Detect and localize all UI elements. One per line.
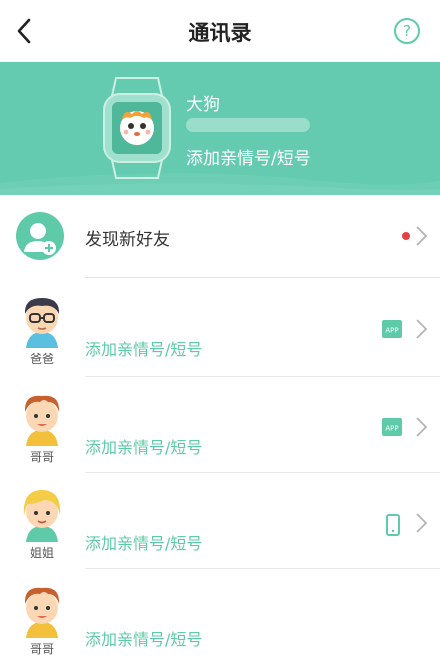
app-badge-icon: APP [382, 418, 402, 436]
contact-row-dad[interactable]: 爸爸 添加亲情号/短号 APP [0, 280, 440, 376]
add-user-icon [24, 223, 56, 255]
row-divider [85, 376, 440, 377]
device-name: 大狗 [186, 95, 220, 115]
contact-role-label: 哥哥 [29, 450, 54, 464]
contact-role-label: 哥哥 [29, 642, 54, 656]
help-button[interactable]: ? [394, 18, 420, 44]
sister-avatar-icon [23, 490, 61, 542]
contact-role-label: 爸爸 [29, 352, 54, 366]
add-friend-avatar [16, 212, 64, 260]
notification-dot [402, 232, 410, 240]
add-family-number-link[interactable]: 添加亲情号/短号 [85, 336, 202, 360]
header-wave [0, 173, 440, 195]
chevron-right-icon [416, 319, 428, 339]
app-badge-text: APP [385, 327, 398, 335]
brother-avatar-icon [24, 395, 60, 446]
row-divider [85, 472, 440, 473]
device-header: 大狗 添加亲情号/短号 [0, 62, 440, 195]
contact-row-brother-2[interactable]: 哥哥 添加亲情号/短号 [0, 570, 440, 659]
contact-row-brother[interactable]: 哥哥 添加亲情号/短号 APP [0, 378, 440, 474]
contact-row-sister[interactable]: 姐姐 添加亲情号/短号 [0, 474, 440, 570]
device-number-redacted [186, 118, 310, 132]
row-divider [85, 568, 440, 569]
add-family-number-link[interactable]: 添加亲情号/短号 [85, 530, 202, 554]
watch-device-icon[interactable] [100, 74, 174, 182]
row-divider [85, 277, 440, 278]
add-family-number-link[interactable]: 添加亲情号/短号 [85, 434, 202, 458]
page-title: 通讯录 [188, 21, 252, 45]
discover-friends-row[interactable]: 发现新好友 [0, 195, 440, 277]
app-badge-icon: APP [382, 320, 402, 338]
contact-role-label: 姐姐 [29, 546, 54, 560]
discover-friends-label: 发现新好友 [85, 230, 170, 250]
chevron-right-icon [416, 513, 428, 533]
dad-avatar-icon [24, 298, 60, 348]
phone-icon [386, 514, 400, 536]
chevron-right-icon [416, 417, 428, 437]
add-family-number-link[interactable]: 添加亲情号/短号 [85, 626, 202, 650]
app-badge-text: APP [385, 425, 398, 433]
nav-bar: 通讯录 ? [0, 0, 440, 62]
brother-avatar-icon [24, 587, 60, 638]
chevron-right-icon [416, 226, 428, 246]
device-add-family-number-link[interactable]: 添加亲情号/短号 [186, 144, 311, 169]
